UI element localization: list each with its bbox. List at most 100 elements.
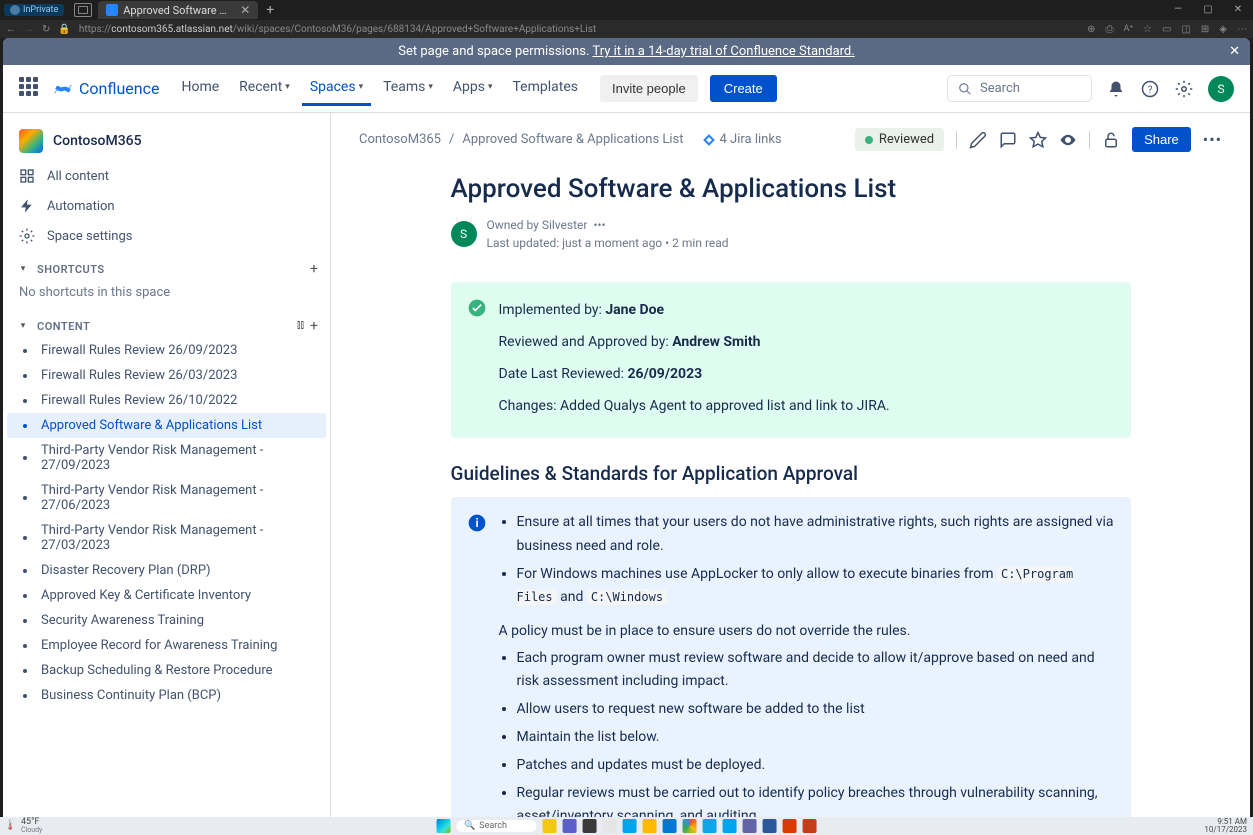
lock-icon[interactable]: [1102, 131, 1120, 149]
tree-item[interactable]: Firewall Rules Review 26/03/2023: [3, 363, 330, 388]
taskbar-icon[interactable]: [543, 819, 557, 833]
text-size-icon[interactable]: A⁺: [1124, 24, 1134, 35]
comment-icon[interactable]: [999, 131, 1017, 149]
tree-item[interactable]: Third-Party Vendor Risk Management - 27/…: [3, 438, 330, 478]
start-button[interactable]: [436, 819, 450, 833]
chevron-down-icon[interactable]: ▾: [15, 261, 31, 277]
taskbar-icon[interactable]: [703, 819, 717, 833]
taskbar-icon[interactable]: [683, 819, 697, 833]
notifications-icon[interactable]: [1106, 79, 1126, 99]
taskbar-icon[interactable]: [643, 819, 657, 833]
tab-close-icon[interactable]: ✕: [240, 3, 250, 17]
tree-item[interactable]: Third-Party Vendor Risk Management - 27/…: [3, 518, 330, 558]
taskbar-icon[interactable]: [563, 819, 577, 833]
space-header[interactable]: ContosoM365: [3, 125, 330, 161]
help-icon[interactable]: ?: [1140, 79, 1160, 99]
sidebar-automation[interactable]: Automation: [3, 191, 330, 221]
nav-apps[interactable]: Apps▾: [445, 71, 501, 106]
url-field[interactable]: https://contosom365.atlassian.net/wiki/s…: [79, 24, 1079, 35]
bullet-icon: [23, 456, 27, 460]
nav-templates[interactable]: Templates: [505, 71, 587, 106]
info-panel: i Ensure at all times that your users do…: [451, 497, 1131, 817]
taskbar-icon[interactable]: [803, 819, 817, 833]
tree-item[interactable]: Firewall Rules Review 26/09/2023: [3, 338, 330, 363]
browser-tab[interactable]: Approved Software & Applicatio ✕: [98, 1, 258, 19]
user-avatar[interactable]: S: [1208, 76, 1234, 102]
close-window-button[interactable]: ✕: [1223, 0, 1253, 18]
close-banner-button[interactable]: ✕: [1229, 44, 1240, 59]
taskbar-icon[interactable]: [723, 819, 737, 833]
app-switcher-icon[interactable]: [19, 77, 43, 101]
tree-item[interactable]: Backup Scheduling & Restore Procedure: [3, 658, 330, 683]
nav-home[interactable]: Home: [173, 71, 227, 106]
zoom-icon[interactable]: ⊕: [1087, 24, 1095, 35]
invite-people-button[interactable]: Invite people: [600, 75, 698, 102]
site-info-icon[interactable]: 🔒: [58, 24, 70, 35]
system-tray[interactable]: 9:51 AM10/17/2023: [1204, 818, 1247, 834]
taskbar-search[interactable]: 🔍Search: [456, 820, 537, 832]
weather-widget[interactable]: 45°FCloudy: [0, 818, 48, 834]
content-section-header[interactable]: ▾ CONTENT ⫾⫾ +: [3, 308, 330, 338]
product-name: Confluence: [79, 79, 159, 98]
filter-icon[interactable]: ⫾⫾: [297, 318, 304, 334]
jira-links[interactable]: 4 Jira links: [702, 132, 782, 147]
tree-item[interactable]: Employee Record for Awareness Training: [3, 633, 330, 658]
back-button[interactable]: ←: [6, 24, 16, 35]
author-avatar[interactable]: S: [451, 221, 477, 247]
sidebar-space-settings[interactable]: Space settings: [3, 221, 330, 251]
read-time: 2 min read: [672, 236, 728, 250]
add-content-icon[interactable]: +: [310, 318, 318, 334]
taskbar-icon[interactable]: [583, 819, 597, 833]
star-icon[interactable]: [1029, 131, 1047, 149]
edit-icon[interactable]: [969, 131, 987, 149]
tab-overview-icon[interactable]: [74, 3, 92, 17]
taskbar-icon[interactable]: [663, 819, 677, 833]
more-actions-icon[interactable]: •••: [1203, 130, 1222, 149]
tree-item[interactable]: Third-Party Vendor Risk Management - 27/…: [3, 478, 330, 518]
extensions-icon[interactable]: ⊞: [1201, 24, 1209, 35]
confluence-logo[interactable]: Confluence: [53, 79, 159, 99]
watch-icon[interactable]: [1059, 131, 1077, 149]
tree-item[interactable]: Approved Software & Applications List: [7, 413, 326, 438]
nav-spaces[interactable]: Spaces▾: [302, 71, 371, 106]
status-badge-reviewed[interactable]: Reviewed: [855, 128, 944, 151]
banner-trial-link[interactable]: Try it in a 14-day trial of Confluence S…: [592, 44, 854, 59]
share-button[interactable]: Share: [1132, 127, 1191, 152]
tree-item[interactable]: Firewall Rules Review 26/10/2022: [3, 388, 330, 413]
breadcrumb-space[interactable]: ContosoM365: [359, 132, 441, 147]
nav-teams[interactable]: Teams▾: [375, 71, 441, 106]
read-aloud-icon[interactable]: ⎙: [1106, 24, 1114, 35]
favorite-icon[interactable]: ☆: [1143, 24, 1152, 35]
minimize-button[interactable]: —: [1163, 0, 1193, 18]
new-tab-button[interactable]: +: [260, 2, 280, 18]
chevron-down-icon[interactable]: ▾: [15, 318, 31, 334]
search-input[interactable]: Search: [947, 75, 1092, 102]
refresh-button[interactable]: ↻: [42, 24, 50, 35]
status-dot-icon: [865, 136, 873, 144]
tree-item[interactable]: Business Continuity Plan (BCP): [3, 683, 330, 708]
nav-recent[interactable]: Recent▾: [231, 71, 298, 106]
tree-item[interactable]: Approved Key & Certificate Inventory: [3, 583, 330, 608]
shortcuts-section-header[interactable]: ▾ SHORTCUTS +: [3, 251, 330, 281]
create-button[interactable]: Create: [710, 75, 777, 102]
browser-menu-icon[interactable]: ⋯: [1237, 24, 1247, 35]
taskbar-icon[interactable]: [783, 819, 797, 833]
add-shortcut-icon[interactable]: +: [310, 261, 318, 277]
taskbar-icon[interactable]: [603, 819, 617, 833]
collections-icon[interactable]: ▭: [1162, 24, 1171, 35]
inprivate-indicator-icon[interactable]: ◈: [1219, 24, 1227, 35]
split-screen-icon[interactable]: ◫: [1181, 24, 1190, 35]
tree-item-label: Third-Party Vendor Risk Management - 27/…: [41, 443, 314, 473]
taskbar-icon[interactable]: [623, 819, 637, 833]
settings-icon[interactable]: [1174, 79, 1194, 99]
addressbar-actions: ⊕ ⎙ A⁺ ☆ ▭ ◫ ⊞ ◈ ⋯: [1087, 24, 1247, 35]
guideline-item: For Windows machines use AppLocker to on…: [517, 563, 1115, 611]
sidebar-all-content[interactable]: All content: [3, 161, 330, 191]
inprivate-badge: InPrivate: [4, 4, 64, 16]
maximize-button[interactable]: ▢: [1193, 0, 1223, 18]
tree-item[interactable]: Disaster Recovery Plan (DRP): [3, 558, 330, 583]
tree-item[interactable]: Security Awareness Training: [3, 608, 330, 633]
taskbar-icon[interactable]: [743, 819, 757, 833]
byline-more-icon[interactable]: •••: [593, 218, 605, 232]
taskbar-icon[interactable]: [763, 819, 777, 833]
